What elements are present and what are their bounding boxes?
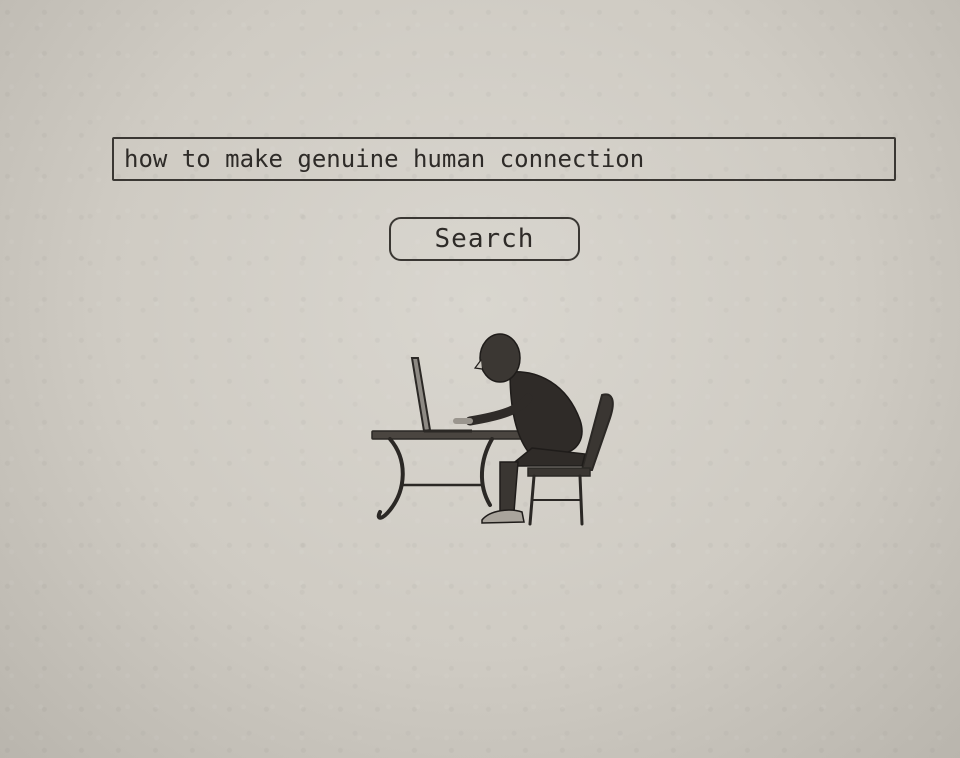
person-icon [453, 333, 586, 524]
search-button[interactable]: Search [389, 217, 580, 261]
search-query-text: how to make genuine human connection [124, 145, 645, 173]
search-input[interactable]: how to make genuine human connection [112, 137, 896, 181]
person-at-laptop-icon [371, 333, 614, 526]
search-button-label: Search [434, 224, 535, 254]
